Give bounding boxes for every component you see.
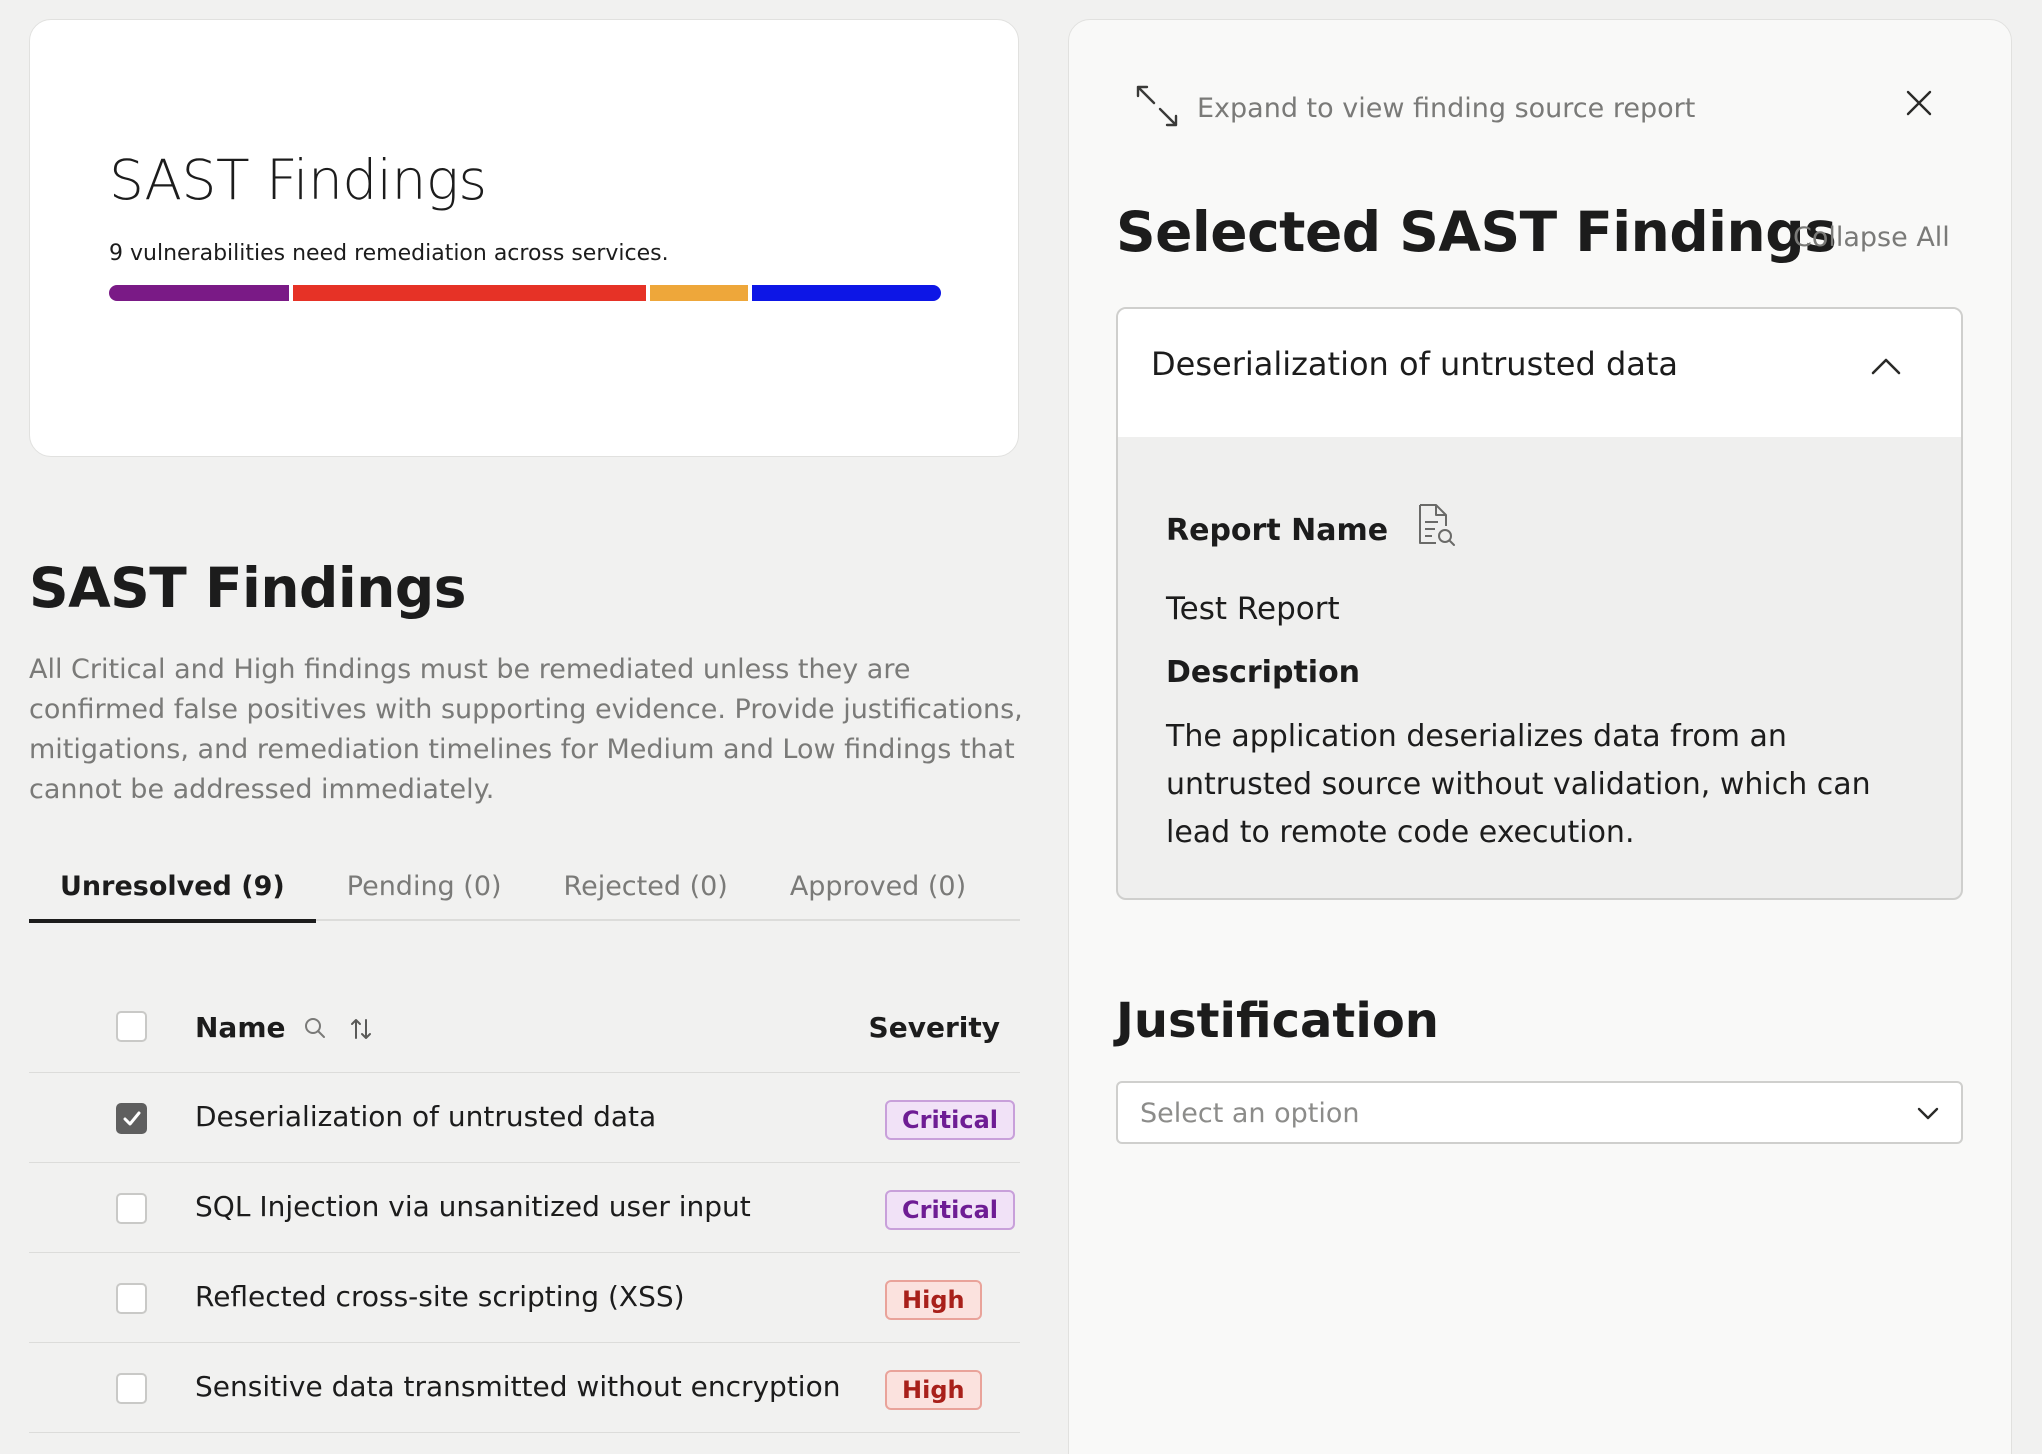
report-name-value: Test Report <box>1166 591 1340 627</box>
findings-description: All Critical and High findings must be r… <box>29 654 1023 805</box>
document-search-icon[interactable] <box>1414 502 1458 552</box>
summary-card: SAST Findings 9 vulnerabilities need rem… <box>29 19 1019 457</box>
findings-heading: SAST Findings <box>29 556 467 620</box>
tab-unresolved[interactable]: Unresolved (9) <box>29 852 316 923</box>
table-row[interactable]: Sensitive data transmitted without encry… <box>29 1343 1020 1433</box>
finding-name: SQL Injection via unsanitized user input <box>195 1190 751 1223</box>
finding-accordion: Deserialization of untrusted data Report… <box>1116 307 1963 900</box>
summary-title: SAST Findings <box>109 148 487 212</box>
tab-approved[interactable]: Approved (0) <box>759 852 997 921</box>
row-checkbox[interactable] <box>116 1193 147 1224</box>
tab-label: Approved (0) <box>789 871 967 902</box>
severity-column-header: Severity <box>868 1011 1000 1044</box>
severity-badge: High <box>885 1280 982 1320</box>
status-tabs: Unresolved (9) Pending (0) Rejected (0) … <box>29 852 1020 923</box>
severity-segment-medium <box>650 285 748 301</box>
finding-name: Sensitive data transmitted without encry… <box>195 1370 841 1403</box>
justification-select[interactable]: Select an option <box>1116 1081 1963 1144</box>
summary-subtitle: 9 vulnerabilities need remediation acros… <box>109 241 669 266</box>
tab-label: Pending (0) <box>346 871 502 902</box>
accordion-header[interactable]: Deserialization of untrusted data <box>1118 309 1961 437</box>
page: SAST Findings 9 vulnerabilities need rem… <box>0 0 2042 1454</box>
findings-table: Name Severity Deserialization of untrust… <box>29 980 1020 1433</box>
name-column-header: Name <box>195 1011 286 1044</box>
severity-badge: Critical <box>885 1190 1016 1230</box>
table-header-row: Name Severity <box>29 980 1020 1073</box>
search-icon[interactable] <box>303 1016 327 1044</box>
finding-name: Reflected cross-site scripting (XSS) <box>195 1280 685 1313</box>
accordion-title: Deserialization of untrusted data <box>1151 345 1679 383</box>
severity-segment-critical <box>109 285 289 301</box>
tab-rejected[interactable]: Rejected (0) <box>533 852 759 921</box>
close-icon[interactable] <box>1906 90 1932 120</box>
description-text: The application deserializes data from a… <box>1166 719 1871 850</box>
table-row[interactable]: Deserialization of untrusted data Critic… <box>29 1073 1020 1163</box>
severity-badge: Critical <box>885 1100 1016 1140</box>
severity-distribution-bar <box>109 285 941 301</box>
severity-segment-low <box>752 285 941 301</box>
collapse-all-button[interactable]: Collapse All <box>1793 222 1950 253</box>
select-all-checkbox[interactable] <box>116 1011 147 1042</box>
expand-icon <box>1135 84 1179 132</box>
finding-name: Deserialization of untrusted data <box>195 1100 657 1133</box>
row-checkbox[interactable] <box>116 1283 147 1314</box>
tab-label: Unresolved (9) <box>60 871 285 902</box>
select-placeholder: Select an option <box>1140 1098 1360 1129</box>
severity-segment-high <box>293 285 646 301</box>
expand-label: Expand to view finding source report <box>1197 92 1696 124</box>
sort-icon[interactable] <box>349 1016 373 1046</box>
chevron-down-icon <box>1917 1105 1939 1124</box>
table-row[interactable]: Reflected cross-site scripting (XSS) Hig… <box>29 1253 1020 1343</box>
panel-title: Selected SAST Findings <box>1116 200 1837 264</box>
selected-findings-panel: Expand to view finding source report Sel… <box>1068 19 2012 1454</box>
severity-badge: High <box>885 1370 982 1410</box>
row-checkbox[interactable] <box>116 1103 147 1134</box>
row-checkbox[interactable] <box>116 1373 147 1404</box>
description-label: Description <box>1166 655 1361 690</box>
expand-report-button[interactable]: Expand to view finding source report <box>1135 84 1695 132</box>
tab-pending[interactable]: Pending (0) <box>316 852 533 921</box>
chevron-up-icon <box>1871 357 1901 379</box>
justification-heading: Justification <box>1116 993 1439 1049</box>
report-name-label: Report Name <box>1166 513 1389 548</box>
tab-label: Rejected (0) <box>563 871 728 902</box>
table-row[interactable]: SQL Injection via unsanitized user input… <box>29 1163 1020 1253</box>
